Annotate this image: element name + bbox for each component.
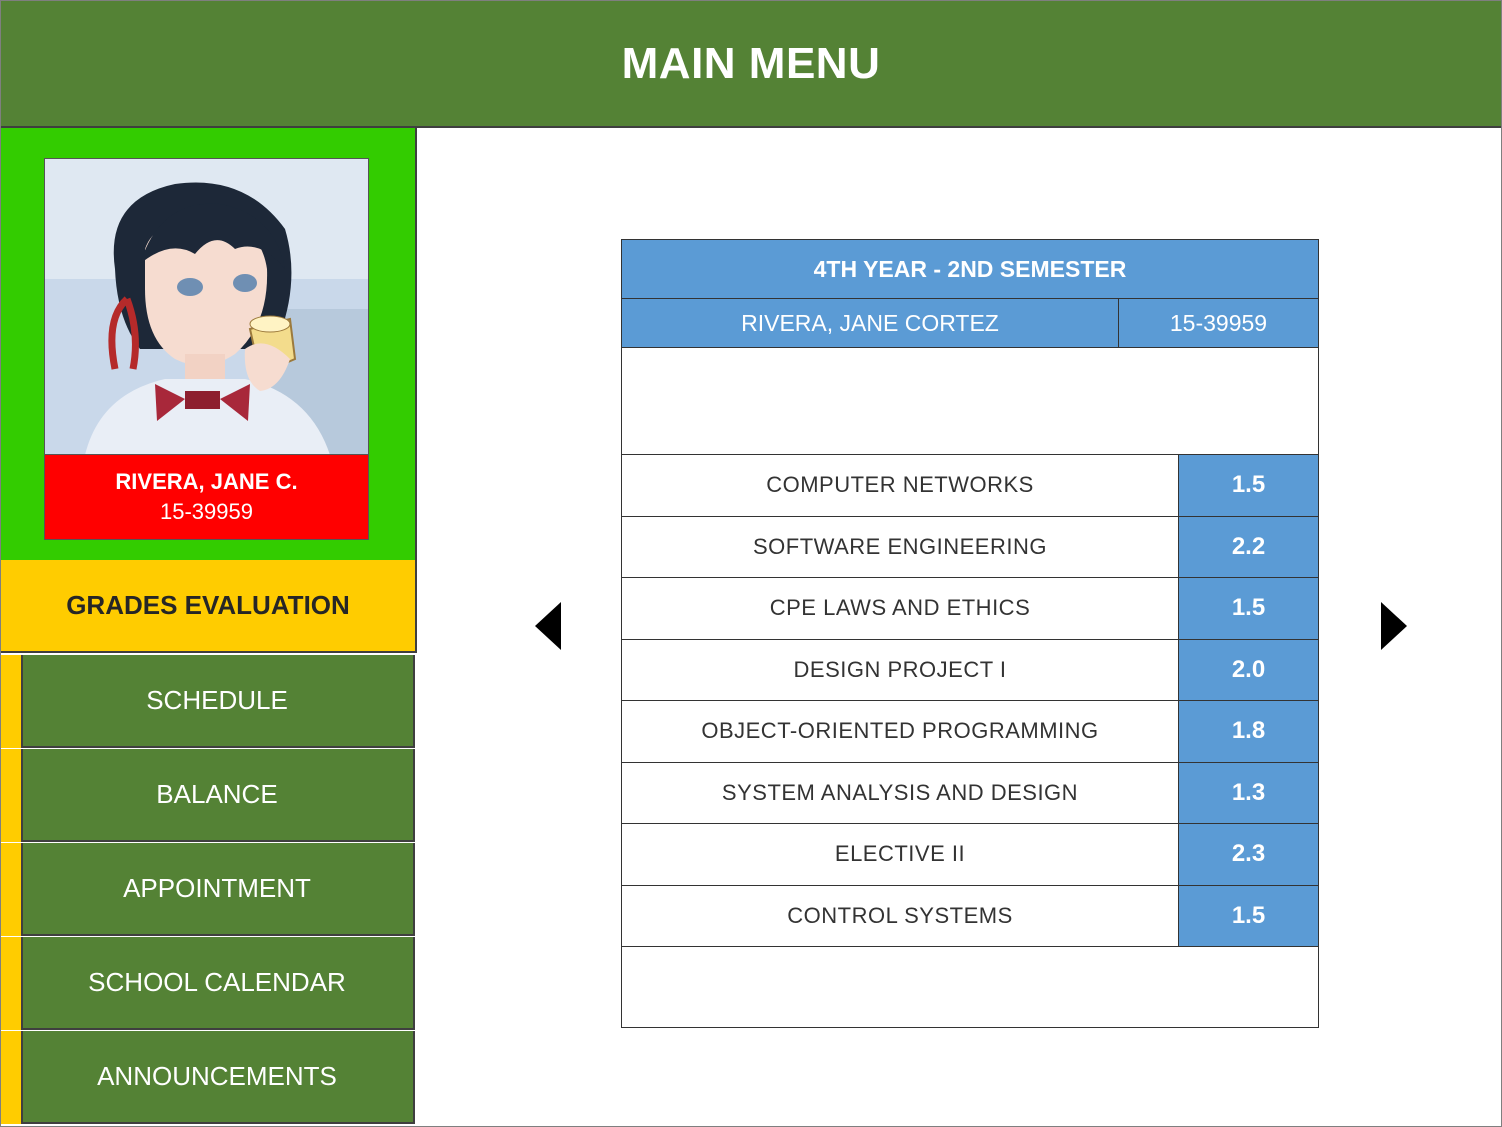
menu-label: APPOINTMENT [123,873,311,903]
grade-cell: 1.5 [1179,885,1318,946]
table-row: CPE LAWS AND ETHICS 1.5 [622,578,1318,640]
table-row: DESIGN PROJECT I 2.0 [622,639,1318,701]
grade-cell: 1.5 [1179,578,1318,639]
menu-school-calendar[interactable]: SCHOOL CALENDAR [1,937,415,1030]
grade-cell: 2.3 [1179,824,1318,885]
term-header: 4TH YEAR - 2ND SEMESTER [622,240,1318,299]
subject-cell: CPE LAWS AND ETHICS [622,578,1179,639]
caret-right-icon[interactable] [1381,602,1407,650]
menu-appointment[interactable]: APPOINTMENT [1,843,415,936]
table-row: COMPUTER NETWORKS 1.5 [622,455,1318,517]
subject-cell: COMPUTER NETWORKS [622,455,1179,516]
profile-panel: RIVERA, JANE C. 15-39959 [1,128,417,562]
table-row: OBJECT-ORIENTED PROGRAMMING 1.8 [622,701,1318,763]
subject-cell: ELECTIVE II [622,824,1179,885]
main-menu-header: MAIN MENU [1,1,1501,128]
subject-cell: SOFTWARE ENGINEERING [622,516,1179,577]
profile-name: RIVERA, JANE C. [115,469,298,494]
subject-cell: DESIGN PROJECT I [622,639,1179,700]
menu-balance[interactable]: BALANCE [1,749,415,842]
subject-cell: OBJECT-ORIENTED PROGRAMMING [622,701,1179,762]
sidebar: RIVERA, JANE C. 15-39959 GRADES EVALUATI… [1,128,417,1126]
table-row: ELECTIVE II 2.3 [622,824,1318,886]
menu-label: GRADES EVALUATION [66,590,350,620]
page-title: MAIN MENU [621,38,881,88]
menu-label: SCHEDULE [146,685,288,715]
caret-left-icon[interactable] [535,602,561,650]
avatar [45,159,368,455]
grade-cell: 2.0 [1179,639,1318,700]
grade-cell: 2.2 [1179,516,1318,577]
menu-announcements[interactable]: ANNOUNCEMENTS [1,1031,415,1124]
menu-label: SCHOOL CALENDAR [88,967,346,997]
grade-cell: 1.8 [1179,701,1318,762]
subject-cell: CONTROL SYSTEMS [622,885,1179,946]
profile-student-id: 15-39959 [160,499,253,524]
menu-label: BALANCE [156,779,278,809]
grades-table: 4TH YEAR - 2ND SEMESTER RIVERA, JANE COR… [621,239,1319,1028]
grade-cell: 1.3 [1179,762,1318,823]
profile-photo [44,158,369,456]
table-row: SYSTEM ANALYSIS AND DESIGN 1.3 [622,762,1318,824]
student-row: RIVERA, JANE CORTEZ 15-39959 [622,299,1318,348]
menu-grades-evaluation[interactable]: GRADES EVALUATION [1,560,417,653]
app-window: MAIN MENU RIVERA, JANE C. 15-39959 GRADE… [0,0,1502,1127]
menu-schedule[interactable]: SCHEDULE [1,655,415,748]
subject-cell: SYSTEM ANALYSIS AND DESIGN [622,762,1179,823]
menu-label: ANNOUNCEMENTS [97,1061,337,1091]
student-full-name: RIVERA, JANE CORTEZ [622,299,1119,347]
table-spacer [622,348,1318,455]
table-row: CONTROL SYSTEMS 1.5 [622,885,1318,947]
profile-name-card: RIVERA, JANE C. 15-39959 [44,454,369,540]
student-id: 15-39959 [1169,309,1268,336]
grade-cell: 1.5 [1179,455,1318,516]
main-content: 4TH YEAR - 2ND SEMESTER RIVERA, JANE COR… [417,128,1501,1126]
table-row: SOFTWARE ENGINEERING 2.2 [622,516,1318,578]
